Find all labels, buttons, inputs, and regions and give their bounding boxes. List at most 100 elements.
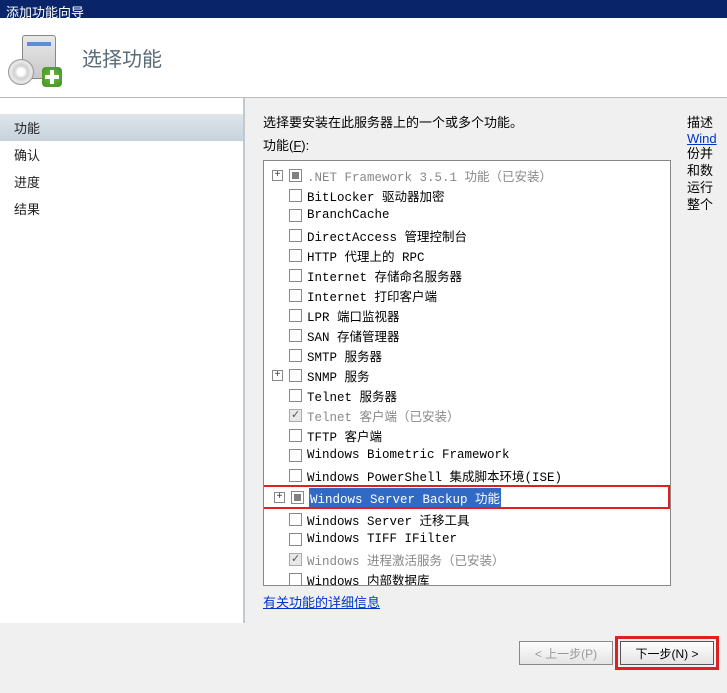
feature-checkbox[interactable] (289, 513, 302, 526)
feature-label: SAN 存储管理器 (307, 326, 400, 345)
sidebar-step[interactable]: 进度 (0, 168, 243, 195)
feature-label: Windows 进程激活服务 (307, 550, 442, 569)
feature-label: .NET Framework 3.5.1 功能 (307, 166, 490, 185)
feature-row[interactable]: BranchCache (264, 205, 670, 225)
feature-checkbox[interactable] (289, 449, 302, 462)
feature-checkbox[interactable] (289, 309, 302, 322)
feature-row[interactable]: BitLocker 驱动器加密 (264, 185, 670, 205)
feature-checkbox[interactable] (289, 329, 302, 342)
wizard-footer: < 上一步(P) 下一步(N) > (0, 623, 727, 683)
feature-label: Windows TIFF IFilter (307, 532, 457, 546)
features-tree[interactable]: + .NET Framework 3.5.1 功能 （已安装） BitLocker … (263, 160, 671, 586)
feature-row[interactable]: Windows 进程激活服务 （已安装） (264, 549, 670, 569)
page-title: 选择功能 (82, 43, 162, 72)
feature-row[interactable]: Windows Server 迁移工具 (264, 509, 670, 529)
feature-row[interactable]: Telnet 服务器 (264, 385, 670, 405)
features-label: 功能(F): (263, 135, 727, 154)
feature-row[interactable]: Telnet 客户端 （已安装） (264, 405, 670, 425)
feature-label: Internet 打印客户端 (307, 286, 437, 305)
feature-label: Windows 内部数据库 (307, 570, 430, 587)
prev-button[interactable]: < 上一步(P) (519, 641, 613, 665)
feature-checkbox[interactable] (291, 491, 304, 504)
feature-label: TFTP 客户端 (307, 426, 382, 445)
feature-label: Windows Biometric Framework (307, 448, 510, 462)
expand-icon[interactable]: + (272, 170, 283, 181)
feature-row[interactable]: Internet 存储命名服务器 (264, 265, 670, 285)
feature-row[interactable]: + .NET Framework 3.5.1 功能 （已安装） (264, 165, 670, 185)
feature-checkbox[interactable] (289, 429, 302, 442)
more-info-link[interactable]: 有关功能的详细信息 (263, 592, 380, 611)
feature-checkbox[interactable] (289, 369, 302, 382)
expand-spacer (272, 534, 283, 545)
feature-label: Windows PowerShell 集成脚本环境(ISE) (307, 466, 562, 485)
highlighted-feature: +Windows Server Backup 功能 (263, 485, 670, 509)
feature-row[interactable]: +Windows Server Backup 功能 (264, 487, 668, 507)
expand-spacer (272, 430, 283, 441)
feature-label: BitLocker 驱动器加密 (307, 186, 445, 205)
feature-label: Windows Server 迁移工具 (307, 510, 470, 529)
sidebar-step[interactable]: 结果 (0, 195, 243, 222)
sidebar-step[interactable]: 功能 (0, 114, 243, 141)
feature-row[interactable]: SAN 存储管理器 (264, 325, 670, 345)
window-titlebar: 添加功能向导 (0, 0, 727, 18)
feature-checkbox[interactable] (289, 469, 302, 482)
feature-row[interactable]: TFTP 客户端 (264, 425, 670, 445)
feature-checkbox[interactable] (289, 249, 302, 262)
feature-label: Internet 存储命名服务器 (307, 266, 462, 285)
description-link[interactable]: Wind (687, 131, 717, 146)
feature-checkbox[interactable] (289, 269, 302, 282)
sidebar-step[interactable]: 确认 (0, 141, 243, 168)
expand-spacer (272, 554, 283, 565)
feature-row[interactable]: Internet 打印客户端 (264, 285, 670, 305)
expand-spacer (272, 190, 283, 201)
expand-spacer (272, 330, 283, 341)
expand-spacer (272, 470, 283, 481)
expand-spacer (272, 290, 283, 301)
feature-checkbox[interactable] (289, 389, 302, 402)
feature-status: （已安装） (442, 550, 505, 569)
feature-label: Telnet 客户端 (307, 406, 397, 425)
feature-checkbox[interactable] (289, 289, 302, 302)
feature-label: BranchCache (307, 208, 390, 222)
feature-label: SNMP 服务 (307, 366, 370, 385)
feature-checkbox[interactable] (289, 229, 302, 242)
feature-row[interactable]: Windows 内部数据库 (264, 569, 670, 586)
feature-row[interactable]: LPR 端口监视器 (264, 305, 670, 325)
expand-icon[interactable]: + (274, 492, 285, 503)
expand-spacer (272, 574, 283, 585)
feature-row[interactable]: SMTP 服务器 (264, 345, 670, 365)
feature-label: SMTP 服务器 (307, 346, 382, 365)
feature-checkbox[interactable] (289, 209, 302, 222)
expand-spacer (272, 270, 283, 281)
feature-checkbox[interactable] (289, 573, 302, 586)
feature-row[interactable]: + SNMP 服务 (264, 365, 670, 385)
feature-checkbox[interactable] (289, 553, 302, 566)
feature-label: HTTP 代理上的 RPC (307, 246, 425, 265)
feature-row[interactable]: Windows TIFF IFilter (264, 529, 670, 549)
feature-row[interactable]: Windows Biometric Framework (264, 445, 670, 465)
feature-label: Telnet 服务器 (307, 386, 397, 405)
feature-checkbox[interactable] (289, 409, 302, 422)
feature-label: DirectAccess 管理控制台 (307, 226, 467, 245)
expand-spacer (272, 350, 283, 361)
expand-spacer (272, 514, 283, 525)
description-panel: 描述 Wind 份并和数运行整个 (687, 112, 727, 214)
feature-status: （已安装） (490, 166, 553, 185)
instruction-text: 选择要安装在此服务器上的一个或多个功能。 (263, 112, 727, 131)
expand-icon[interactable]: + (272, 370, 283, 381)
expand-spacer (272, 230, 283, 241)
feature-checkbox[interactable] (289, 349, 302, 362)
feature-row[interactable]: Windows PowerShell 集成脚本环境(ISE) (264, 465, 670, 485)
feature-label: LPR 端口监视器 (307, 306, 400, 325)
feature-row[interactable]: HTTP 代理上的 RPC (264, 245, 670, 265)
feature-row[interactable]: DirectAccess 管理控制台 (264, 225, 670, 245)
expand-spacer (272, 210, 283, 221)
feature-checkbox[interactable] (289, 169, 302, 182)
description-text: 份并和数运行整个 (687, 146, 727, 214)
expand-spacer (272, 410, 283, 421)
feature-checkbox[interactable] (289, 189, 302, 202)
main-panel: 选择要安装在此服务器上的一个或多个功能。 功能(F): + .NET Framew… (245, 98, 727, 623)
next-button-highlight: 下一步(N) > (615, 636, 719, 670)
next-button[interactable]: 下一步(N) > (620, 641, 714, 665)
feature-checkbox[interactable] (289, 533, 302, 546)
